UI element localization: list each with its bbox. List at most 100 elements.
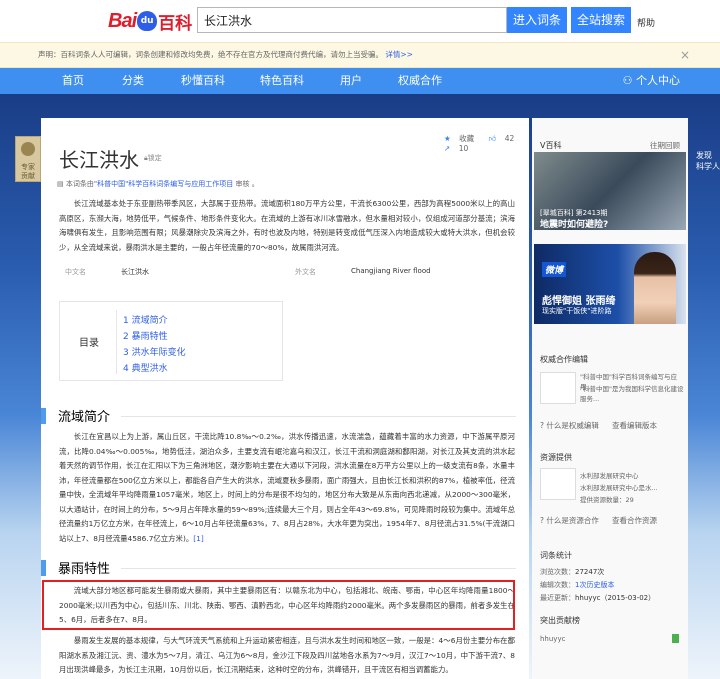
section-heading-1: 流域简介 <box>41 406 529 426</box>
lock-label: 锁定 <box>147 154 162 162</box>
video-caption: 地震时如何避险? <box>540 220 609 230</box>
contrib-heading: 突出贡献榜 <box>540 616 580 625</box>
section-divider <box>121 416 516 417</box>
thumb-up-icon: 👍︎ <box>488 134 497 143</box>
notice-details-link[interactable]: 详情>> <box>385 50 413 59</box>
source-prefix: 本词条由 <box>65 180 94 188</box>
ad-portrait-image <box>634 252 676 324</box>
stat-last-label: 最近更新： <box>540 594 575 602</box>
stats-heading: 词条统计 <box>540 551 572 560</box>
stat-views-label: 浏览次数： <box>540 568 575 576</box>
stat-edits-label: 编辑次数： <box>540 581 575 589</box>
right-edge-promo[interactable]: 发现 科学人 <box>696 150 720 172</box>
help-link[interactable]: 帮助 <box>637 16 655 29</box>
resource-what-link[interactable]: ? 什么是资源合作 <box>540 515 599 526</box>
side-tab-line1: 专家 <box>21 163 35 171</box>
ad-headline: 彪悍御姐 张雨绮 <box>542 296 616 307</box>
ad-logo: 微博 <box>542 262 567 277</box>
side-tab-line2: 贡献 <box>21 172 35 180</box>
authority-heading: 权威合作编辑 <box>540 355 588 364</box>
section-marker <box>41 408 46 424</box>
right-edge-line1: 发现 <box>696 151 712 160</box>
doc-icon: ▤ <box>57 180 66 188</box>
video-thumbnail[interactable]: [翠城百科] 第2413期 地震时如何避险? <box>534 152 686 230</box>
section-title: 暴雨特性 <box>58 562 111 577</box>
search-input[interactable]: 长江洪水 <box>197 7 507 33</box>
top-header: Bai du 百科 长江洪水 进入词条 全站搜索 帮助 <box>0 0 720 40</box>
toc-item[interactable]: 2 暴雨特性 <box>123 329 168 342</box>
authority-view-link[interactable]: 查看编辑版本 <box>612 420 657 431</box>
close-icon[interactable]: × <box>680 43 690 67</box>
collect-button[interactable]: ★ 收藏 <box>444 134 480 143</box>
info-box: 中文名 长江洪水 外文名 Changjiang River flood <box>59 261 514 281</box>
like-count: 42 <box>504 134 515 143</box>
info-key-cn: 中文名 <box>65 268 86 276</box>
star-icon: ★ <box>444 134 451 143</box>
stat-edits-link[interactable]: 1次历史版本 <box>575 581 614 589</box>
vbaike-heading: V百科 <box>540 141 562 150</box>
section-title: 流域简介 <box>58 410 111 425</box>
right-edge-line2: 科学人 <box>696 162 720 171</box>
toc-divider <box>116 310 117 374</box>
toc-item[interactable]: 3 洪水年际变化 <box>123 345 186 358</box>
section-1-text: 长江在宜昌以上为上游，属山丘区，干流比降10.8‰～0.2‰，洪水传播迅速，水流… <box>59 432 515 543</box>
stat-views: 浏览次数：27247次 <box>540 567 604 577</box>
share-icon: ↗ <box>444 144 451 153</box>
stat-edits: 编辑次数：1次历史版本 <box>540 580 614 590</box>
lock-status: 🔒︎锁定 <box>144 153 162 163</box>
nav-item-authority[interactable]: 权威合作 <box>398 68 442 94</box>
contrib-user[interactable]: hhuyyc <box>540 635 565 643</box>
logo-text-bai: Bai <box>108 9 137 32</box>
stat-views-value: 27247次 <box>575 568 605 576</box>
toc-item[interactable]: 1 流域简介 <box>123 313 168 326</box>
resource-view-link[interactable]: 查看合作资源 <box>612 515 657 526</box>
reference-link[interactable]: [1] <box>193 534 203 543</box>
nav-item-category[interactable]: 分类 <box>122 68 144 94</box>
resource-count: 提供资源数量：29 <box>580 494 634 504</box>
authority-what-link[interactable]: ? 什么是权威编辑 <box>540 420 599 431</box>
authority-what-label: 什么是权威编辑 <box>546 421 599 430</box>
main-nav: 首页 分类 秒懂百科 特色百科 用户 权威合作 ⚇ 个人中心 <box>0 68 720 94</box>
section-1-paragraph: 长江在宜昌以上为上游，属山丘区，干流比降10.8‰～0.2‰，洪水传播迅速，水流… <box>59 430 515 546</box>
expert-badge-icon <box>21 142 35 156</box>
resource-logo[interactable] <box>540 468 576 500</box>
section-divider <box>121 568 516 569</box>
info-val-en: Changjiang River flood <box>351 267 431 275</box>
share-button[interactable]: ↗ 10 <box>444 144 474 153</box>
ad-subline: 现实版"干饭侠"进阶路 <box>542 307 612 315</box>
nav-item-featured[interactable]: 特色百科 <box>260 68 304 94</box>
user-icon: ⚇ <box>622 74 636 87</box>
past-episodes-link[interactable]: 往期回顾 <box>650 140 680 151</box>
info-val-cn: 长江洪水 <box>121 268 149 276</box>
user-center-label: 个人中心 <box>636 74 680 87</box>
authority-logo[interactable] <box>540 372 576 404</box>
nav-item-miaodong[interactable]: 秒懂百科 <box>181 68 225 94</box>
nav-item-user[interactable]: 用户 <box>340 68 362 94</box>
review-source: ▤ 本词条由"科普中国"科学百科词条编写与应用工作项目 审核 。 <box>57 179 259 189</box>
ad-banner[interactable]: 微博 彪悍御姐 张雨绮 现实版"干饭侠"进阶路 <box>534 244 686 324</box>
page-title: 长江洪水 <box>59 148 139 172</box>
collect-label: 收藏 <box>459 134 475 143</box>
user-center-link[interactable]: ⚇ 个人中心 <box>623 68 680 94</box>
nav-item-home[interactable]: 首页 <box>62 68 84 94</box>
intro-paragraph: 长江流域基本处于东亚副热带季风区，大部属于亚热带。流域面积180万平方公里，干流… <box>59 199 515 252</box>
table-of-contents: 目录 1 流域简介 2 暴雨特性 3 洪水年际变化 4 典型洪水 <box>59 301 283 381</box>
toc-item[interactable]: 4 典型洪水 <box>123 361 168 374</box>
notice-text: 声明：百科词条人人可编辑，词条创建和修改均免费，绝不存在官方及代理商付费代编，请… <box>38 50 383 59</box>
logo-text-baike: 百科 <box>158 13 193 34</box>
article-tools: ★ 收藏 👍︎ 42 ↗ 10 <box>444 133 529 153</box>
source-suffix: 审核 。 <box>233 180 259 188</box>
notice-bar: 声明：百科词条人人可编辑，词条创建和修改均免费，绝不存在官方及代理商付费代编，请… <box>0 42 720 68</box>
enter-entry-button[interactable]: 进入词条 <box>507 7 567 33</box>
resource-count-value: 29 <box>625 496 634 504</box>
source-org-link[interactable]: "科普中国"科学百科词条编写与应用工作项目 <box>94 180 233 188</box>
baidu-baike-logo[interactable]: Bai du 百科 <box>108 9 193 34</box>
expert-contribution-tab[interactable]: 专家 贡献 <box>15 136 41 182</box>
like-button[interactable]: 👍︎ 42 <box>489 134 521 143</box>
site-search-button[interactable]: 全站搜索 <box>571 7 631 33</box>
authority-description: "科普中国"是为我国科学信息化建设服务... <box>580 385 684 403</box>
toc-label: 目录 <box>79 338 99 349</box>
resource-name[interactable]: 水利部发展研究中心 <box>580 470 639 480</box>
paw-icon: du <box>137 11 158 31</box>
resource-what-label: 什么是资源合作 <box>546 516 599 525</box>
